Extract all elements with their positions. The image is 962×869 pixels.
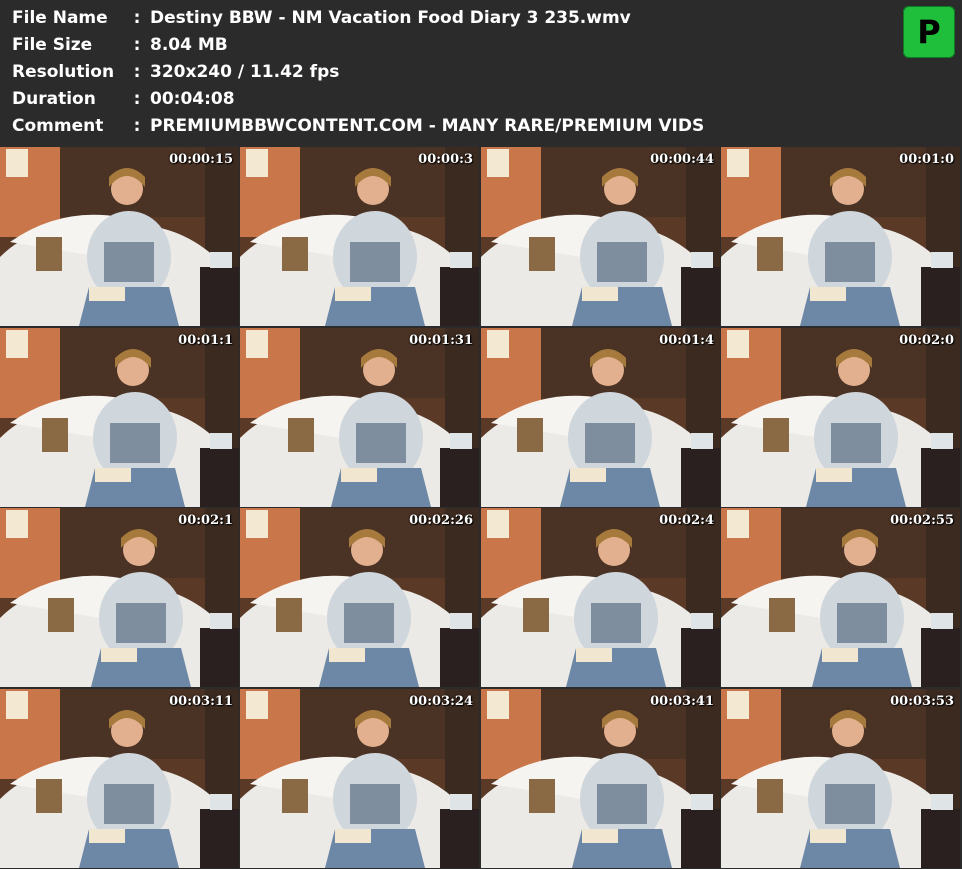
separator: : [133,89,141,109]
thumbnail-timestamp: 00:03:24 [409,694,473,709]
video-frame-image [481,689,720,868]
video-thumbnail: 00:02:26 [240,508,479,687]
thumbnail-timestamp: 00:01:0 [899,152,954,167]
file-size-value: 8.04 MB [150,35,228,55]
thumbnail-timestamp: 00:02:4 [659,513,714,528]
thumbnail-timestamp: 00:03:41 [650,694,714,709]
video-frame-image [240,147,479,326]
video-thumbnail: 00:02:0 [721,328,960,507]
video-frame-image [0,147,239,326]
video-thumbnail: 00:03:11 [0,689,239,868]
video-frame-image [721,508,960,687]
separator: : [133,62,141,82]
thumbnail-timestamp: 00:02:1 [178,513,233,528]
separator: : [133,35,141,55]
video-thumbnail: 00:00:15 [0,147,239,326]
video-frame-image [240,508,479,687]
video-frame-image [721,328,960,507]
thumbnail-timestamp: 00:00:15 [169,152,233,167]
thumbnail-timestamp: 00:01:4 [659,333,714,348]
video-thumbnail: 00:02:55 [721,508,960,687]
video-frame-image [240,328,479,507]
thumbnail-timestamp: 00:03:11 [169,694,233,709]
video-frame-image [481,508,720,687]
separator: : [133,116,141,136]
thumbnail-timestamp: 00:01:1 [178,333,233,348]
logo-letter: P [917,13,941,51]
video-thumbnail: 00:00:3 [240,147,479,326]
thumbnail-timestamp: 00:03:53 [890,694,954,709]
video-thumbnail: 00:03:53 [721,689,960,868]
resolution-value: 320x240 / 11.42 fps [150,62,340,82]
thumbnail-timestamp: 00:01:31 [409,333,473,348]
video-thumbnail: 00:02:1 [0,508,239,687]
separator: : [133,8,141,28]
video-thumbnail: 00:03:24 [240,689,479,868]
video-frame-image [721,689,960,868]
logo-icon: P [903,6,955,58]
video-frame-image [721,147,960,326]
file-name-label: File Name [12,8,108,28]
thumbnail-timestamp: 00:00:3 [418,152,473,167]
video-frame-image [481,147,720,326]
video-thumbnail: 00:01:31 [240,328,479,507]
video-frame-image [0,328,239,507]
duration-value: 00:04:08 [150,89,235,109]
video-frame-image [0,508,239,687]
video-frame-image [0,689,239,868]
resolution-label: Resolution [12,62,115,82]
video-thumbnail: 00:01:1 [0,328,239,507]
info-header: File Name : Destiny BBW - NM Vacation Fo… [0,0,962,146]
file-name-value: Destiny BBW - NM Vacation Food Diary 3 2… [150,8,631,28]
video-thumbnail: 00:01:4 [481,328,720,507]
thumbnail-timestamp: 00:00:44 [650,152,714,167]
video-thumbnail: 00:02:4 [481,508,720,687]
comment-value: PREMIUMBBWCONTENT.COM - MANY RARE/PREMIU… [150,116,705,136]
video-thumbnail: 00:01:0 [721,147,960,326]
video-frame-image [240,689,479,868]
file-size-label: File Size [12,35,93,55]
video-thumbnail: 00:03:41 [481,689,720,868]
thumbnail-timestamp: 00:02:26 [409,513,473,528]
thumbnail-grid: 00:00:15 00:00:3 00:00:44 00:01:0 00:01:1 00:… [0,147,962,869]
duration-label: Duration [12,89,96,109]
video-frame-image [481,328,720,507]
video-thumbnail: 00:00:44 [481,147,720,326]
thumbnail-timestamp: 00:02:55 [890,513,954,528]
thumbnail-timestamp: 00:02:0 [899,333,954,348]
comment-label: Comment [12,116,104,136]
